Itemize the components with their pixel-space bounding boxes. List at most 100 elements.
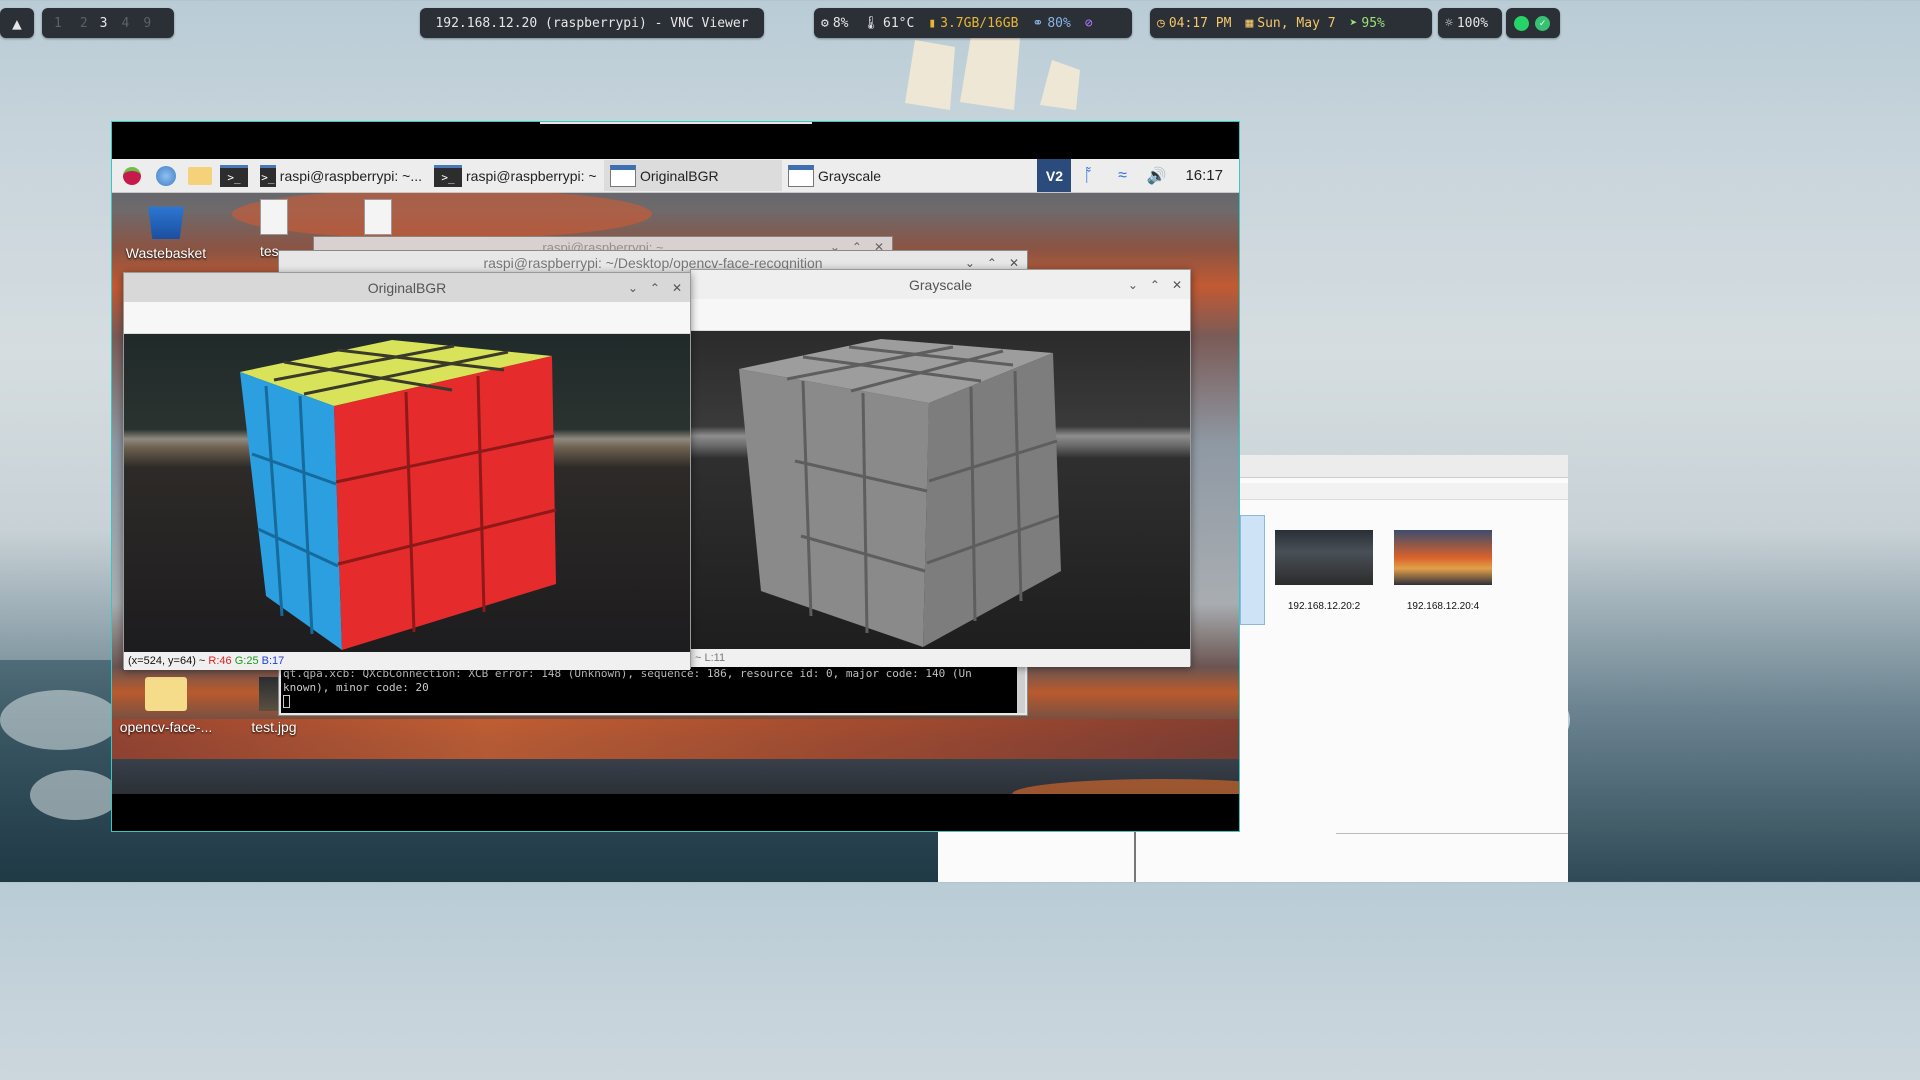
vnc-toolbar-handle[interactable] bbox=[540, 122, 812, 124]
bluetooth-icon[interactable]: ᚩ bbox=[1071, 159, 1105, 192]
terminal-launcher[interactable]: >_ bbox=[220, 164, 248, 188]
wallpaper-cloud bbox=[1012, 779, 1239, 794]
battery-indicator: ➤ 95% bbox=[1349, 15, 1385, 31]
memory-indicator: ▮ 3.7GB/16GB bbox=[928, 15, 1019, 31]
task-label: raspi@raspberrypi: ~ bbox=[466, 167, 597, 184]
wifi-icon[interactable]: ≈ bbox=[1105, 159, 1139, 192]
selected-file[interactable] bbox=[1240, 515, 1265, 625]
workspace-1[interactable]: 1 bbox=[42, 16, 74, 31]
terminal-icon: >_ bbox=[260, 164, 276, 187]
workspace-4[interactable]: 4 bbox=[113, 16, 137, 31]
task-terminal-1[interactable]: >_ raspi@raspberrypi: ~... bbox=[254, 160, 428, 191]
desktop-icon-wastebasket[interactable]: Wastebasket bbox=[118, 203, 214, 261]
globe-icon bbox=[156, 165, 176, 186]
file-manager-header bbox=[1240, 483, 1568, 500]
maximize-icon[interactable]: ⌃ bbox=[650, 281, 660, 295]
window-controls: ⌄ ⌃ ✕ bbox=[628, 273, 682, 302]
desktop-icon-label: Wastebasket bbox=[125, 245, 207, 261]
pixel-b-value: B:17 bbox=[261, 655, 285, 667]
terminal-output[interactable]: qt.qpa.xcb: QXcbConnection: XCB error: 1… bbox=[281, 667, 1021, 713]
arch-logo-icon: ▲ bbox=[12, 13, 22, 33]
maximize-icon[interactable]: ⌃ bbox=[1150, 278, 1160, 292]
headphones-icon: ⚭ bbox=[1032, 15, 1044, 31]
task-label: Grayscale bbox=[818, 167, 882, 184]
time-display[interactable]: ◷ 04:17 PM bbox=[1150, 16, 1238, 31]
document-icon bbox=[364, 199, 392, 235]
calendar-icon: ▦ bbox=[1245, 15, 1254, 31]
window-controls: ⌄ ⌃ ✕ bbox=[1128, 270, 1182, 299]
pi-taskbar: >_ >_ raspi@raspberrypi: ~... >_ raspi@r… bbox=[112, 159, 1239, 193]
minimize-icon[interactable]: ⌄ bbox=[965, 256, 975, 270]
file-manager-toolbar bbox=[1240, 455, 1568, 478]
document-icon bbox=[260, 199, 288, 235]
close-icon[interactable]: ✕ bbox=[1009, 256, 1019, 270]
desktop-icon-folder[interactable]: opencv-face-... bbox=[118, 677, 214, 735]
thumbnail-label[interactable]: 192.168.12.20:2 bbox=[1264, 601, 1384, 612]
task-terminal-2[interactable]: >_ raspi@raspberrypi: ~ bbox=[428, 160, 604, 191]
brightness-indicator[interactable]: ☼ 100% bbox=[1438, 16, 1495, 31]
grayscale-image[interactable] bbox=[691, 331, 1190, 649]
thumbnail-image[interactable] bbox=[1394, 530, 1492, 585]
volume-icon[interactable]: 🔊 bbox=[1139, 159, 1173, 192]
mic-muted-icon[interactable]: ⊘ bbox=[1078, 16, 1100, 31]
terminal-cursor bbox=[283, 695, 290, 708]
system-stats-module: ⚙ 8% 🌡 61°C ▮ 3.7GB/16GB ⚭ 80% ⊘ bbox=[814, 8, 1132, 38]
raspberry-icon bbox=[123, 166, 141, 185]
window-icon bbox=[788, 164, 814, 187]
desktop-icon-document[interactable] bbox=[364, 199, 394, 235]
top-bar: ▲ 1 2 3 4 9 192.168.12.20 (raspberrypi) … bbox=[0, 0, 1568, 44]
terminal-scrollbar[interactable] bbox=[1017, 667, 1025, 713]
rubiks-cube bbox=[240, 340, 557, 650]
thermometer-icon: 🌡 bbox=[862, 15, 879, 31]
folder-icon bbox=[145, 677, 187, 711]
thumbnail-image[interactable] bbox=[1275, 530, 1373, 585]
pi-clock[interactable]: 16:17 bbox=[1173, 167, 1239, 184]
date-display[interactable]: ▦ Sun, May 7 bbox=[1238, 16, 1342, 31]
divider bbox=[1134, 832, 1136, 882]
memory-icon: ▮ bbox=[928, 15, 937, 31]
originalbgr-window[interactable]: OriginalBGR ⌄ ⌃ ✕ (x=524, y=64) ~ R:46 G… bbox=[123, 272, 691, 670]
raspberry-menu-button[interactable] bbox=[118, 164, 146, 188]
wallpaper-sail bbox=[905, 40, 955, 110]
close-icon[interactable]: ✕ bbox=[1172, 278, 1182, 292]
launcher-button[interactable]: ▲ bbox=[0, 8, 34, 38]
headphones-indicator[interactable]: ⚭ 80% bbox=[1025, 16, 1077, 31]
workspace-9[interactable]: 9 bbox=[137, 16, 157, 31]
battery-charging-icon: ➤ bbox=[1349, 15, 1358, 31]
check-icon[interactable]: ✓ bbox=[1535, 15, 1550, 31]
task-label: OriginalBGR bbox=[640, 167, 719, 184]
cpu-indicator: ⚙ 8% bbox=[821, 15, 849, 31]
brightness-module: ☼ 100% bbox=[1438, 8, 1502, 38]
original-image[interactable] bbox=[124, 334, 690, 652]
cpu-icon: ⚙ bbox=[821, 15, 829, 31]
terminal-icon: >_ bbox=[434, 164, 462, 187]
minimize-icon[interactable]: ⌄ bbox=[1128, 278, 1138, 292]
whatsapp-icon[interactable] bbox=[1514, 15, 1529, 31]
close-icon[interactable]: ✕ bbox=[672, 281, 682, 295]
terminal-icon: >_ bbox=[220, 164, 248, 187]
pi-system-tray: V2 ᚩ ≈ 🔊 16:17 bbox=[1037, 159, 1239, 192]
pixel-r-value: R:46 bbox=[208, 655, 232, 667]
grayscale-window[interactable]: Grayscale ⌄ ⌃ ✕ ~ L:11 bbox=[690, 269, 1191, 667]
maximize-icon[interactable]: ⌃ bbox=[987, 256, 997, 270]
workspace-2[interactable]: 2 bbox=[74, 16, 94, 31]
window-title: OriginalBGR bbox=[124, 273, 690, 302]
clock-icon: ◷ bbox=[1157, 15, 1165, 31]
thumbnail-label[interactable]: 192.168.12.20:4 bbox=[1383, 601, 1503, 612]
file-manager-launcher[interactable] bbox=[186, 164, 214, 188]
task-originalbgr[interactable]: OriginalBGR bbox=[604, 160, 782, 191]
file-manager-panel bbox=[938, 830, 1240, 882]
browser-launcher[interactable] bbox=[152, 164, 180, 188]
task-grayscale[interactable]: Grayscale bbox=[782, 160, 960, 191]
pixel-status-bar: ~ L:11 bbox=[691, 649, 1190, 667]
temperature-indicator: 🌡 61°C bbox=[862, 15, 915, 31]
pixel-status-bar: (x=524, y=64) ~ R:46 G:25 B:17 bbox=[124, 652, 690, 670]
minimize-icon[interactable]: ⌄ bbox=[628, 281, 638, 295]
vnc-icon[interactable]: V2 bbox=[1037, 159, 1072, 192]
tray-module: ✓ bbox=[1506, 8, 1560, 38]
workspace-3[interactable]: 3 bbox=[94, 16, 114, 31]
wallpaper-wave bbox=[0, 690, 120, 750]
terminal-line: known), minor code: 20 bbox=[283, 681, 429, 694]
vnc-viewer-window: >_ >_ raspi@raspberrypi: ~... >_ raspi@r… bbox=[111, 121, 1240, 832]
window-icon bbox=[610, 164, 636, 187]
